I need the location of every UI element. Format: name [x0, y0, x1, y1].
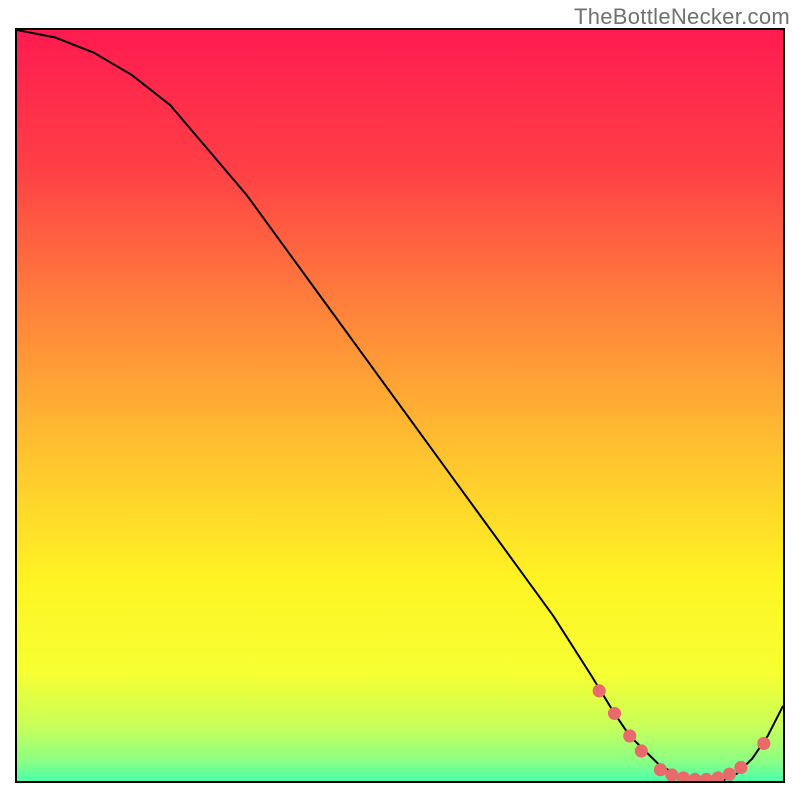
highlight-dot: [593, 684, 606, 697]
highlight-dot: [665, 768, 678, 781]
curve-layer: [17, 30, 783, 781]
highlight-dot: [688, 773, 701, 781]
chart-canvas: TheBottleNecker.com: [0, 0, 800, 800]
watermark-label: TheBottleNecker.com: [574, 4, 790, 30]
plot-area: [15, 28, 785, 783]
highlight-dots: [593, 684, 771, 781]
highlight-dot: [654, 763, 667, 776]
highlight-dot: [635, 744, 648, 757]
highlight-dot: [677, 771, 690, 781]
bottleneck-curve: [17, 30, 783, 781]
highlight-dot: [757, 737, 770, 750]
highlight-dot: [623, 729, 636, 742]
highlight-dot: [711, 771, 724, 781]
highlight-dot: [608, 707, 621, 720]
highlight-dot: [734, 761, 747, 774]
highlight-dot: [723, 768, 736, 781]
highlight-dot: [700, 773, 713, 781]
